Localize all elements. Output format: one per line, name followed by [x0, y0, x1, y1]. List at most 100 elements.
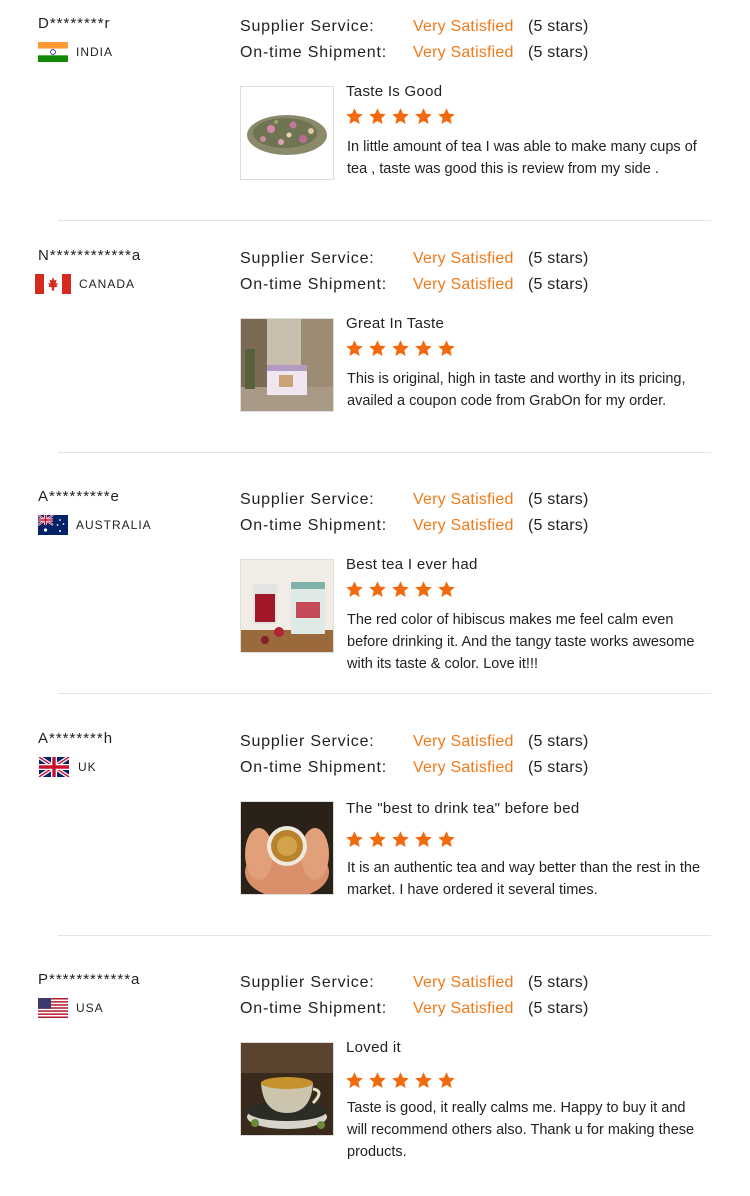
- star-icon: [346, 581, 363, 598]
- reviewer-country: AUSTRALIA: [38, 515, 152, 535]
- tea-tin-image: [241, 319, 333, 411]
- review-photo[interactable]: [240, 86, 334, 180]
- review-card: D********r INDIA Supplier Service: Very …: [0, 0, 750, 240]
- supplier-service-stars: (5 stars): [528, 733, 589, 750]
- reviewer-country: USA: [38, 998, 104, 1018]
- review-text: The red color of hibiscus makes me feel …: [347, 612, 695, 672]
- supplier-service-stars: (5 stars): [528, 974, 589, 991]
- reviewer-name: P************a: [38, 971, 141, 988]
- star-icon: [438, 831, 455, 848]
- country-name: INDIA: [76, 45, 114, 59]
- supplier-service-stars: (5 stars): [528, 491, 589, 508]
- review-divider: [58, 693, 711, 694]
- review-title: Best tea I ever had: [346, 556, 478, 573]
- review-text: Taste is good, it really calms me. Happy…: [347, 1100, 695, 1160]
- review-text: This is original, high in taste and wort…: [347, 371, 686, 409]
- country-name: AUSTRALIA: [76, 518, 152, 532]
- reviewer-name: A********h: [38, 730, 114, 747]
- shipment-value: Very Satisfied: [413, 517, 514, 534]
- review-photo[interactable]: [240, 801, 334, 895]
- shipment-stars: (5 stars): [528, 759, 589, 776]
- shipment-value: Very Satisfied: [413, 44, 514, 61]
- review-divider: [58, 452, 711, 453]
- star-icon: [369, 1072, 386, 1089]
- star-icon: [415, 1072, 432, 1089]
- review-title: Loved it: [346, 1039, 401, 1056]
- review-text: In little amount of tea I was able to ma…: [347, 139, 697, 177]
- review-photo[interactable]: [240, 318, 334, 412]
- supplier-service-label: Supplier Service:: [240, 491, 375, 508]
- reviewer-name: D********r: [38, 15, 111, 32]
- india-flag-icon: [38, 42, 68, 62]
- star-icon: [392, 340, 409, 357]
- star-icon: [392, 108, 409, 125]
- shipment-stars: (5 stars): [528, 517, 589, 534]
- star-rating: [345, 339, 460, 358]
- uk-flag-icon: [38, 757, 70, 777]
- star-icon: [438, 340, 455, 357]
- shipment-label: On-time Shipment:: [240, 517, 387, 534]
- review-text: It is an authentic tea and way better th…: [347, 860, 701, 898]
- review-divider: [58, 935, 711, 936]
- supplier-service-stars: (5 stars): [528, 250, 589, 267]
- review-title: The "best to drink tea" before bed: [346, 800, 580, 817]
- review-photo[interactable]: [240, 1042, 334, 1136]
- shipment-value: Very Satisfied: [413, 276, 514, 293]
- star-icon: [346, 340, 363, 357]
- star-icon: [346, 108, 363, 125]
- shipment-label: On-time Shipment:: [240, 44, 387, 61]
- review-title: Taste Is Good: [346, 83, 443, 100]
- star-rating: [345, 1071, 460, 1090]
- star-icon: [415, 581, 432, 598]
- shipment-stars: (5 stars): [528, 1000, 589, 1017]
- reviewer-country: INDIA: [38, 42, 113, 62]
- reviewer-name: N************a: [38, 247, 142, 264]
- supplier-service-stars: (5 stars): [528, 18, 589, 35]
- star-icon: [369, 581, 386, 598]
- review-card: A*********e AUSTRALIA Supplier Service: …: [0, 473, 750, 713]
- star-rating: [345, 580, 460, 599]
- supplier-service-label: Supplier Service:: [240, 974, 375, 991]
- australia-flag-icon: [38, 515, 68, 535]
- shipment-stars: (5 stars): [528, 276, 589, 293]
- star-icon: [392, 831, 409, 848]
- shipment-stars: (5 stars): [528, 44, 589, 61]
- star-icon: [346, 1072, 363, 1089]
- usa-flag-icon: [38, 998, 68, 1018]
- review-card: A********h UK Supplier Service: Very Sat…: [0, 715, 750, 955]
- star-icon: [369, 340, 386, 357]
- star-icon: [438, 108, 455, 125]
- supplier-service-label: Supplier Service:: [240, 733, 375, 750]
- country-name: UK: [78, 760, 97, 774]
- review-card: P************a USA Supplier Service: Ver…: [0, 956, 750, 1196]
- supplier-service-value: Very Satisfied: [413, 250, 514, 267]
- shipment-label: On-time Shipment:: [240, 759, 387, 776]
- reviewer-name: A*********e: [38, 488, 120, 505]
- tea-cup-image: [241, 1043, 333, 1135]
- supplier-service-value: Very Satisfied: [413, 733, 514, 750]
- star-rating: [345, 107, 460, 126]
- shipment-value: Very Satisfied: [413, 759, 514, 776]
- star-icon: [392, 1072, 409, 1089]
- review-photo[interactable]: [240, 559, 334, 653]
- review-divider: [58, 220, 711, 221]
- reviewer-country: CANADA: [35, 274, 135, 294]
- canada-flag-icon: [35, 274, 71, 294]
- star-icon: [392, 581, 409, 598]
- star-icon: [438, 1072, 455, 1089]
- supplier-service-value: Very Satisfied: [413, 974, 514, 991]
- star-icon: [415, 831, 432, 848]
- star-icon: [346, 831, 363, 848]
- country-name: CANADA: [79, 277, 136, 291]
- hibiscus-tea-image: [241, 560, 333, 652]
- star-icon: [369, 831, 386, 848]
- loose-leaf-tea-image: [241, 87, 333, 179]
- star-rating: [345, 830, 460, 849]
- country-name: USA: [76, 1001, 104, 1015]
- star-icon: [415, 108, 432, 125]
- hands-holding-tea-image: [241, 802, 333, 894]
- star-icon: [415, 340, 432, 357]
- shipment-value: Very Satisfied: [413, 1000, 514, 1017]
- supplier-service-label: Supplier Service:: [240, 250, 375, 267]
- star-icon: [369, 108, 386, 125]
